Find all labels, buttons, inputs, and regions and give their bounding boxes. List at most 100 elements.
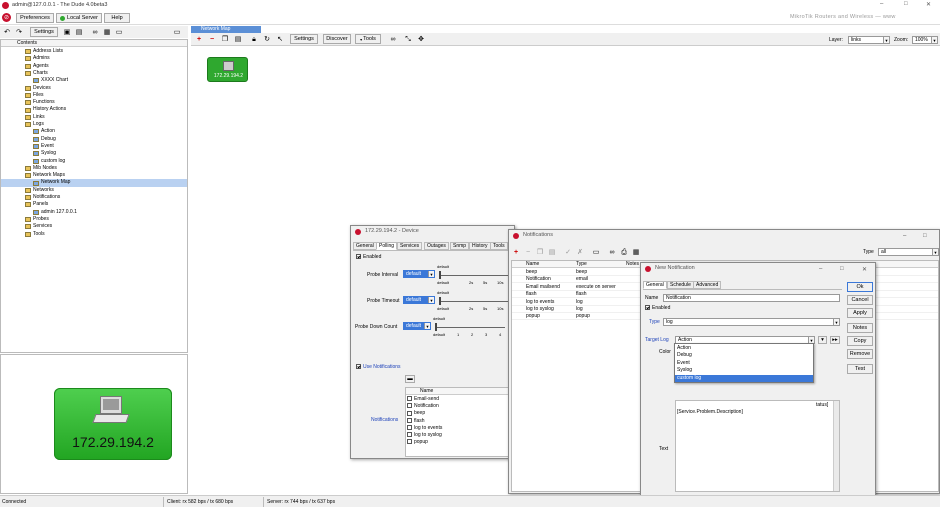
name-field[interactable]: Notification <box>663 294 840 302</box>
tree-item[interactable]: Address Lists <box>25 48 187 55</box>
notif-export-icon[interactable]: ▦ <box>631 247 641 257</box>
notifications-remove-button[interactable]: ▬ <box>405 375 415 383</box>
preferences-button[interactable]: Preferences <box>16 13 54 23</box>
minimize-button[interactable]: – <box>880 1 883 7</box>
notif-print-icon[interactable]: ⎙ <box>619 247 629 257</box>
notif-comment-icon[interactable]: ▭ <box>591 247 601 257</box>
device-tab[interactable]: Polling <box>376 242 398 250</box>
add-icon[interactable]: + <box>194 34 204 44</box>
new-enabled-row[interactable]: Enabled <box>645 305 670 312</box>
remove-icon[interactable]: − <box>207 34 217 44</box>
tree-item[interactable]: Admins <box>25 55 187 62</box>
new-notif-maximize-button[interactable]: □ <box>840 266 844 272</box>
close-button[interactable]: ✕ <box>926 1 931 8</box>
lock-icon[interactable]: 🔒︎ <box>249 34 259 44</box>
target-log-browse-button[interactable]: ▸▸ <box>830 336 840 344</box>
new-notif-tab[interactable]: Advanced <box>693 281 722 289</box>
device-tab[interactable]: History <box>469 242 491 250</box>
back-icon[interactable]: ↶ <box>2 27 12 37</box>
ok-button[interactable]: Ok <box>847 282 873 292</box>
new-notif-close-button[interactable]: ✕ <box>862 266 867 273</box>
list-item-checkbox[interactable] <box>407 439 412 445</box>
list-item[interactable]: beep <box>407 410 510 417</box>
test-button[interactable]: Test <box>847 364 873 374</box>
remove-button[interactable]: Remove <box>847 349 873 359</box>
map-device-node[interactable]: 172.29.194.2 <box>207 57 248 82</box>
notif-type-select[interactable]: all ▼ <box>878 248 939 256</box>
left-settings-button[interactable]: Settings <box>30 27 58 37</box>
probe-down-slider[interactable] <box>435 327 505 328</box>
forward-icon[interactable]: ↷ <box>14 27 24 37</box>
map-tab[interactable]: Network Map <box>191 26 261 33</box>
list-item-checkbox[interactable] <box>407 424 412 430</box>
center-icon[interactable]: ✥ <box>416 34 426 44</box>
dropdown-option[interactable]: Action <box>675 345 813 352</box>
help-button[interactable]: Help <box>104 13 130 23</box>
notif-minimize-button[interactable]: – <box>903 233 906 239</box>
probe-down-slider-handle[interactable] <box>435 323 437 331</box>
device-tab[interactable]: Snmp <box>450 242 470 250</box>
binoculars-icon[interactable]: ∞ <box>90 27 100 37</box>
tree-item[interactable]: Debug <box>33 136 187 143</box>
apply-button[interactable]: Apply <box>847 308 873 318</box>
panel-toggle-icon[interactable]: ▭ <box>172 27 182 37</box>
maximize-button[interactable]: □ <box>904 1 908 7</box>
tree-item[interactable]: Panels <box>25 201 187 208</box>
new-notif-minimize-button[interactable]: – <box>819 266 822 272</box>
col-type[interactable]: Type <box>576 261 587 267</box>
tree-item[interactable]: Files <box>25 92 187 99</box>
list-item-checkbox[interactable] <box>407 396 412 402</box>
notif-remove-icon[interactable]: − <box>523 247 533 257</box>
dropdown-option[interactable]: custom log <box>675 374 813 382</box>
notifications-list[interactable]: Name Email-send Notification beep flash log … <box>405 387 512 457</box>
notif-enable-icon[interactable]: ✓ <box>563 247 573 257</box>
list-item[interactable]: Notification <box>407 403 510 410</box>
text-area[interactable]: tatus] [Service.Problem.Description] <box>675 400 840 492</box>
notif-add-icon[interactable]: + <box>511 247 521 257</box>
tree-item[interactable]: Services <box>25 223 187 230</box>
map-binoculars-icon[interactable]: ∞ <box>388 34 398 44</box>
tree-item[interactable]: Logs <box>25 121 187 128</box>
tree-item[interactable]: Networks <box>25 187 187 194</box>
fit-icon[interactable]: ⤡ <box>403 34 413 44</box>
list-item[interactable]: popup <box>407 439 510 446</box>
list-item-checkbox[interactable] <box>407 410 412 416</box>
window2-icon[interactable]: ▤ <box>74 27 84 37</box>
probe-interval-select[interactable]: default ▼ <box>403 270 435 278</box>
use-notifications-row[interactable]: Use Notifications <box>356 364 401 371</box>
tree-item[interactable]: Functions <box>25 99 187 106</box>
tree-item[interactable]: Syslog <box>33 150 187 157</box>
zoom-select[interactable]: 100% ▼ <box>912 36 938 44</box>
tree-item[interactable]: History Actions <box>25 106 187 113</box>
tree-item[interactable]: Charts <box>25 70 187 77</box>
col-notes[interactable]: Notes <box>626 261 639 267</box>
terminal-cmd-icon[interactable]: ▭ <box>114 27 124 37</box>
local-server-button[interactable]: Local Server <box>56 13 102 23</box>
list-item-checkbox[interactable] <box>407 403 412 409</box>
probe-down-select[interactable]: default ▼ <box>403 322 431 330</box>
probe-timeout-slider-handle[interactable] <box>439 297 441 305</box>
pointer-icon[interactable]: ↖ <box>275 34 285 44</box>
paste-icon[interactable]: ▤ <box>233 34 243 44</box>
notif-paste-icon[interactable]: ▤ <box>547 247 557 257</box>
probe-interval-slider[interactable] <box>439 275 509 276</box>
use-notifications-checkbox[interactable] <box>356 364 361 370</box>
type-select[interactable]: log ▼ <box>663 318 840 326</box>
tree-item[interactable]: XXXX Chart <box>33 77 187 84</box>
discover-button[interactable]: Discover <box>323 34 351 44</box>
copy-icon[interactable]: ❐ <box>220 34 230 44</box>
terminal-icon[interactable]: ▦ <box>102 27 112 37</box>
map-settings-button[interactable]: Settings <box>290 34 318 44</box>
dropdown-option[interactable]: Syslog <box>675 367 813 374</box>
tree-item[interactable]: Probes <box>25 216 187 223</box>
notif-disable-icon[interactable]: ✗ <box>575 247 585 257</box>
tree-item[interactable]: custom log <box>33 158 187 165</box>
list-item[interactable]: log to events <box>407 425 510 432</box>
tree-item[interactable]: Network Map <box>1 179 187 187</box>
copy-button[interactable]: Copy <box>847 336 873 346</box>
tree-item[interactable]: Links <box>25 114 187 121</box>
notif-copy-icon[interactable]: ❐ <box>535 247 545 257</box>
tree-item[interactable]: Devices <box>25 85 187 92</box>
tree-item[interactable]: admin 127.0.0.1 <box>33 209 187 216</box>
col-name[interactable]: Name <box>526 261 539 267</box>
